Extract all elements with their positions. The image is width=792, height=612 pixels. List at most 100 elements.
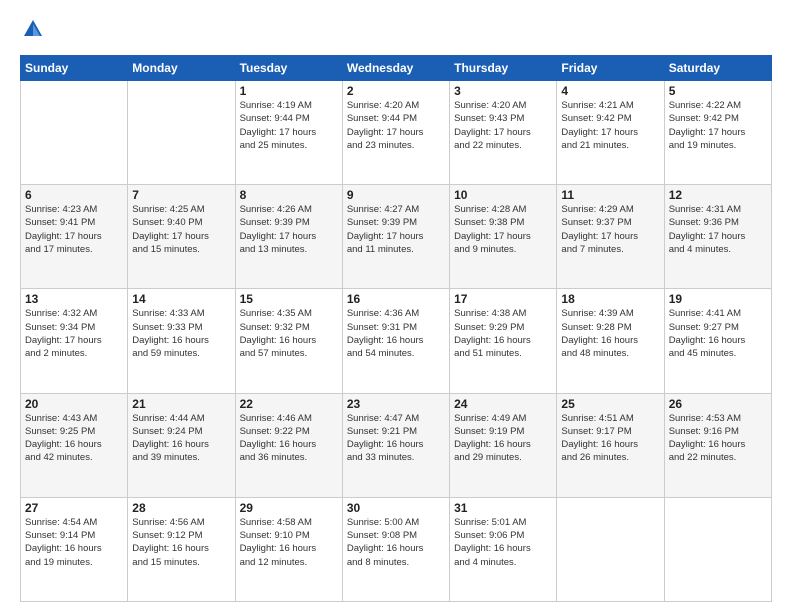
logo — [20, 18, 44, 45]
day-number: 8 — [240, 188, 338, 202]
calendar-cell: 25Sunrise: 4:51 AM Sunset: 9:17 PM Dayli… — [557, 393, 664, 497]
calendar-cell: 5Sunrise: 4:22 AM Sunset: 9:42 PM Daylig… — [664, 81, 771, 185]
day-number: 3 — [454, 84, 552, 98]
calendar-cell: 23Sunrise: 4:47 AM Sunset: 9:21 PM Dayli… — [342, 393, 449, 497]
calendar-cell: 19Sunrise: 4:41 AM Sunset: 9:27 PM Dayli… — [664, 289, 771, 393]
day-number: 27 — [25, 501, 123, 515]
day-number: 29 — [240, 501, 338, 515]
calendar-cell: 31Sunrise: 5:01 AM Sunset: 9:06 PM Dayli… — [450, 497, 557, 601]
day-number: 4 — [561, 84, 659, 98]
day-number: 24 — [454, 397, 552, 411]
day-info: Sunrise: 4:56 AM Sunset: 9:12 PM Dayligh… — [132, 516, 230, 569]
calendar-cell — [664, 497, 771, 601]
calendar-cell: 12Sunrise: 4:31 AM Sunset: 9:36 PM Dayli… — [664, 185, 771, 289]
day-info: Sunrise: 4:26 AM Sunset: 9:39 PM Dayligh… — [240, 203, 338, 256]
day-info: Sunrise: 4:35 AM Sunset: 9:32 PM Dayligh… — [240, 307, 338, 360]
calendar-cell: 3Sunrise: 4:20 AM Sunset: 9:43 PM Daylig… — [450, 81, 557, 185]
calendar-cell: 26Sunrise: 4:53 AM Sunset: 9:16 PM Dayli… — [664, 393, 771, 497]
day-number: 13 — [25, 292, 123, 306]
calendar-cell: 24Sunrise: 4:49 AM Sunset: 9:19 PM Dayli… — [450, 393, 557, 497]
day-number: 25 — [561, 397, 659, 411]
day-number: 21 — [132, 397, 230, 411]
weekday-header-monday: Monday — [128, 56, 235, 81]
day-number: 12 — [669, 188, 767, 202]
calendar-cell: 30Sunrise: 5:00 AM Sunset: 9:08 PM Dayli… — [342, 497, 449, 601]
calendar-week-row: 6Sunrise: 4:23 AM Sunset: 9:41 PM Daylig… — [21, 185, 772, 289]
header — [20, 18, 772, 45]
day-number: 2 — [347, 84, 445, 98]
day-number: 22 — [240, 397, 338, 411]
day-number: 10 — [454, 188, 552, 202]
calendar-week-row: 1Sunrise: 4:19 AM Sunset: 9:44 PM Daylig… — [21, 81, 772, 185]
weekday-header-saturday: Saturday — [664, 56, 771, 81]
weekday-header-friday: Friday — [557, 56, 664, 81]
calendar-cell: 1Sunrise: 4:19 AM Sunset: 9:44 PM Daylig… — [235, 81, 342, 185]
day-number: 16 — [347, 292, 445, 306]
day-number: 15 — [240, 292, 338, 306]
calendar-cell: 17Sunrise: 4:38 AM Sunset: 9:29 PM Dayli… — [450, 289, 557, 393]
day-info: Sunrise: 4:43 AM Sunset: 9:25 PM Dayligh… — [25, 412, 123, 465]
day-number: 20 — [25, 397, 123, 411]
day-number: 14 — [132, 292, 230, 306]
day-info: Sunrise: 4:38 AM Sunset: 9:29 PM Dayligh… — [454, 307, 552, 360]
day-info: Sunrise: 4:54 AM Sunset: 9:14 PM Dayligh… — [25, 516, 123, 569]
day-info: Sunrise: 4:53 AM Sunset: 9:16 PM Dayligh… — [669, 412, 767, 465]
day-number: 19 — [669, 292, 767, 306]
calendar-cell: 16Sunrise: 4:36 AM Sunset: 9:31 PM Dayli… — [342, 289, 449, 393]
calendar-week-row: 13Sunrise: 4:32 AM Sunset: 9:34 PM Dayli… — [21, 289, 772, 393]
day-info: Sunrise: 4:20 AM Sunset: 9:44 PM Dayligh… — [347, 99, 445, 152]
calendar-cell: 20Sunrise: 4:43 AM Sunset: 9:25 PM Dayli… — [21, 393, 128, 497]
weekday-header-sunday: Sunday — [21, 56, 128, 81]
calendar-cell: 21Sunrise: 4:44 AM Sunset: 9:24 PM Dayli… — [128, 393, 235, 497]
calendar-cell: 22Sunrise: 4:46 AM Sunset: 9:22 PM Dayli… — [235, 393, 342, 497]
day-info: Sunrise: 4:46 AM Sunset: 9:22 PM Dayligh… — [240, 412, 338, 465]
day-number: 23 — [347, 397, 445, 411]
calendar-cell: 7Sunrise: 4:25 AM Sunset: 9:40 PM Daylig… — [128, 185, 235, 289]
day-info: Sunrise: 4:19 AM Sunset: 9:44 PM Dayligh… — [240, 99, 338, 152]
calendar-cell: 13Sunrise: 4:32 AM Sunset: 9:34 PM Dayli… — [21, 289, 128, 393]
day-info: Sunrise: 4:32 AM Sunset: 9:34 PM Dayligh… — [25, 307, 123, 360]
day-info: Sunrise: 4:58 AM Sunset: 9:10 PM Dayligh… — [240, 516, 338, 569]
calendar-cell — [21, 81, 128, 185]
day-info: Sunrise: 4:23 AM Sunset: 9:41 PM Dayligh… — [25, 203, 123, 256]
weekday-header-thursday: Thursday — [450, 56, 557, 81]
day-info: Sunrise: 4:49 AM Sunset: 9:19 PM Dayligh… — [454, 412, 552, 465]
day-info: Sunrise: 4:44 AM Sunset: 9:24 PM Dayligh… — [132, 412, 230, 465]
day-info: Sunrise: 4:22 AM Sunset: 9:42 PM Dayligh… — [669, 99, 767, 152]
calendar-cell: 15Sunrise: 4:35 AM Sunset: 9:32 PM Dayli… — [235, 289, 342, 393]
calendar-cell: 11Sunrise: 4:29 AM Sunset: 9:37 PM Dayli… — [557, 185, 664, 289]
calendar-cell — [557, 497, 664, 601]
calendar-table: SundayMondayTuesdayWednesdayThursdayFrid… — [20, 55, 772, 602]
weekday-header-wednesday: Wednesday — [342, 56, 449, 81]
day-number: 31 — [454, 501, 552, 515]
calendar-cell: 4Sunrise: 4:21 AM Sunset: 9:42 PM Daylig… — [557, 81, 664, 185]
day-info: Sunrise: 4:20 AM Sunset: 9:43 PM Dayligh… — [454, 99, 552, 152]
calendar-cell — [128, 81, 235, 185]
day-info: Sunrise: 4:25 AM Sunset: 9:40 PM Dayligh… — [132, 203, 230, 256]
calendar-cell: 10Sunrise: 4:28 AM Sunset: 9:38 PM Dayli… — [450, 185, 557, 289]
day-info: Sunrise: 5:01 AM Sunset: 9:06 PM Dayligh… — [454, 516, 552, 569]
day-number: 28 — [132, 501, 230, 515]
calendar-week-row: 27Sunrise: 4:54 AM Sunset: 9:14 PM Dayli… — [21, 497, 772, 601]
day-number: 5 — [669, 84, 767, 98]
day-info: Sunrise: 4:33 AM Sunset: 9:33 PM Dayligh… — [132, 307, 230, 360]
calendar-header-row: SundayMondayTuesdayWednesdayThursdayFrid… — [21, 56, 772, 81]
calendar-cell: 14Sunrise: 4:33 AM Sunset: 9:33 PM Dayli… — [128, 289, 235, 393]
day-number: 7 — [132, 188, 230, 202]
day-info: Sunrise: 5:00 AM Sunset: 9:08 PM Dayligh… — [347, 516, 445, 569]
day-number: 11 — [561, 188, 659, 202]
weekday-header-tuesday: Tuesday — [235, 56, 342, 81]
page: SundayMondayTuesdayWednesdayThursdayFrid… — [0, 0, 792, 612]
calendar-cell: 18Sunrise: 4:39 AM Sunset: 9:28 PM Dayli… — [557, 289, 664, 393]
logo-icon — [22, 18, 44, 40]
day-info: Sunrise: 4:39 AM Sunset: 9:28 PM Dayligh… — [561, 307, 659, 360]
day-info: Sunrise: 4:41 AM Sunset: 9:27 PM Dayligh… — [669, 307, 767, 360]
day-number: 9 — [347, 188, 445, 202]
calendar-cell: 29Sunrise: 4:58 AM Sunset: 9:10 PM Dayli… — [235, 497, 342, 601]
calendar-cell: 2Sunrise: 4:20 AM Sunset: 9:44 PM Daylig… — [342, 81, 449, 185]
day-info: Sunrise: 4:47 AM Sunset: 9:21 PM Dayligh… — [347, 412, 445, 465]
day-info: Sunrise: 4:27 AM Sunset: 9:39 PM Dayligh… — [347, 203, 445, 256]
day-info: Sunrise: 4:31 AM Sunset: 9:36 PM Dayligh… — [669, 203, 767, 256]
day-info: Sunrise: 4:28 AM Sunset: 9:38 PM Dayligh… — [454, 203, 552, 256]
day-info: Sunrise: 4:29 AM Sunset: 9:37 PM Dayligh… — [561, 203, 659, 256]
